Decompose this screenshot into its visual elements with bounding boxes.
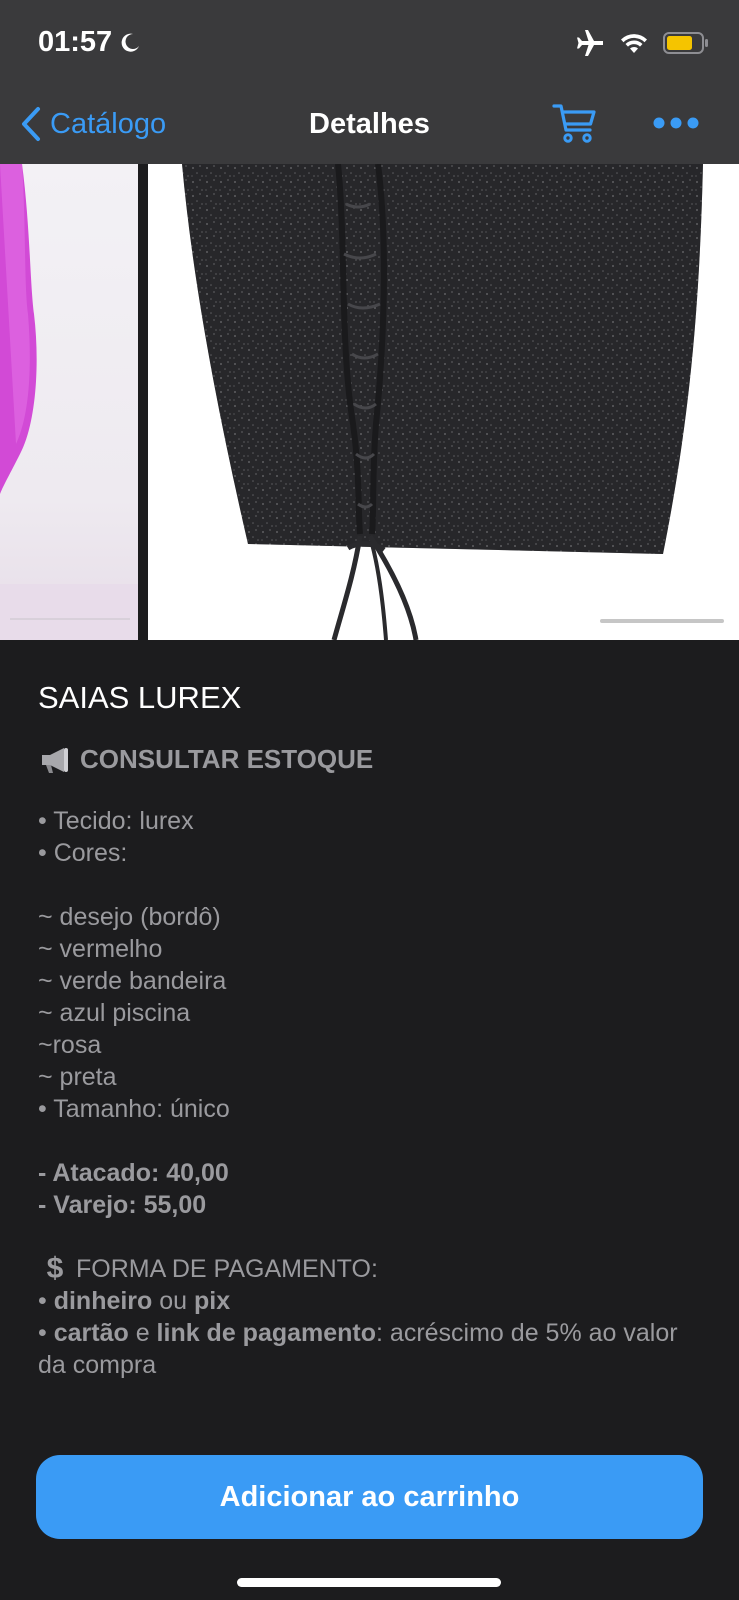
detail-line: ~ azul piscina xyxy=(38,999,191,1027)
product-details-list: • Tecido: lurex • Cores: ~ desejo (bordô… xyxy=(38,805,698,1381)
payment-option-cash-pix: • dinheiro ou pix xyxy=(38,1285,698,1317)
detail-line: ~rosa xyxy=(38,1031,102,1059)
detail-line: ~ preta xyxy=(38,1063,117,1091)
conjunction: e xyxy=(128,1319,157,1347)
stock-label: CONSULTAR ESTOQUE xyxy=(80,744,374,774)
cart-button[interactable] xyxy=(552,102,598,149)
detail-line: ~ desejo (bordô) xyxy=(38,903,221,931)
conjunction: ou xyxy=(152,1287,195,1315)
payment-title-text: FORMA DE PAGAMENTO: xyxy=(76,1255,378,1283)
payment-method-cash: dinheiro xyxy=(53,1287,153,1315)
product-description: SAIAS LUREX CONSULTAR ESTOQUE • Tecido: … xyxy=(38,680,698,1381)
payment-method-link: link de pagamento xyxy=(156,1319,377,1347)
product-photo-current[interactable] xyxy=(148,164,739,640)
pink-garment-image xyxy=(0,164,138,640)
status-time-text: 01:57 xyxy=(38,26,113,58)
airplane-icon xyxy=(577,30,603,56)
payment-method-card: cartão xyxy=(53,1319,129,1347)
detail-line: • Cores: xyxy=(38,839,128,867)
payment-title: $ FORMA DE PAGAMENTO: xyxy=(38,1253,698,1285)
retail-price: - Varejo: 55,00 xyxy=(38,1191,207,1219)
ellipsis-icon xyxy=(653,117,699,129)
navigation-bar: Detalhes Catálogo xyxy=(0,88,739,164)
detail-spacer xyxy=(38,1221,698,1253)
product-photo-previous[interactable] xyxy=(0,164,138,640)
gallery-scroll-indicator xyxy=(600,619,724,623)
payment-option-card-link: • cartão e link de pagamento: acréscimo … xyxy=(38,1317,698,1381)
back-button[interactable]: Catálogo xyxy=(20,106,166,142)
product-image-gallery[interactable] xyxy=(0,164,739,640)
payment-method-pix: pix xyxy=(194,1287,231,1315)
detail-line: • Tecido: lurex xyxy=(38,807,194,835)
back-button-label: Catálogo xyxy=(50,107,167,140)
bullet: • xyxy=(38,1287,54,1315)
add-to-cart-button[interactable]: Adicionar ao carrinho xyxy=(36,1455,703,1539)
black-lurex-skirt-image xyxy=(182,164,703,640)
cart-icon xyxy=(552,104,596,143)
more-options-button[interactable] xyxy=(652,116,700,135)
status-icons xyxy=(575,28,709,58)
detail-line: • Tamanho: único xyxy=(38,1095,230,1123)
chevron-left-icon xyxy=(22,107,40,141)
moon-icon xyxy=(121,33,140,52)
detail-line: ~ verde bandeira xyxy=(38,967,227,995)
product-title: SAIAS LUREX xyxy=(38,680,242,715)
wholesale-price: - Atacado: 40,00 xyxy=(38,1159,229,1187)
detail-line: ~ vermelho xyxy=(38,935,163,963)
stock-notice: CONSULTAR ESTOQUE xyxy=(38,744,698,775)
detail-spacer xyxy=(38,869,698,901)
dollar-icon: $ xyxy=(46,1252,64,1285)
bullet: • xyxy=(38,1319,54,1347)
battery-icon xyxy=(663,32,708,54)
detail-spacer xyxy=(38,1125,698,1157)
gallery-divider xyxy=(138,164,148,640)
wifi-icon xyxy=(621,34,647,53)
status-time: 01:57 xyxy=(38,26,142,59)
status-bar: 01:57 xyxy=(0,0,739,88)
megaphone-icon xyxy=(42,747,68,773)
product-details-screen: 01:57 Detalhes Catálogo SAIAS LUREX CONS… xyxy=(0,0,739,1600)
home-indicator xyxy=(237,1578,501,1587)
